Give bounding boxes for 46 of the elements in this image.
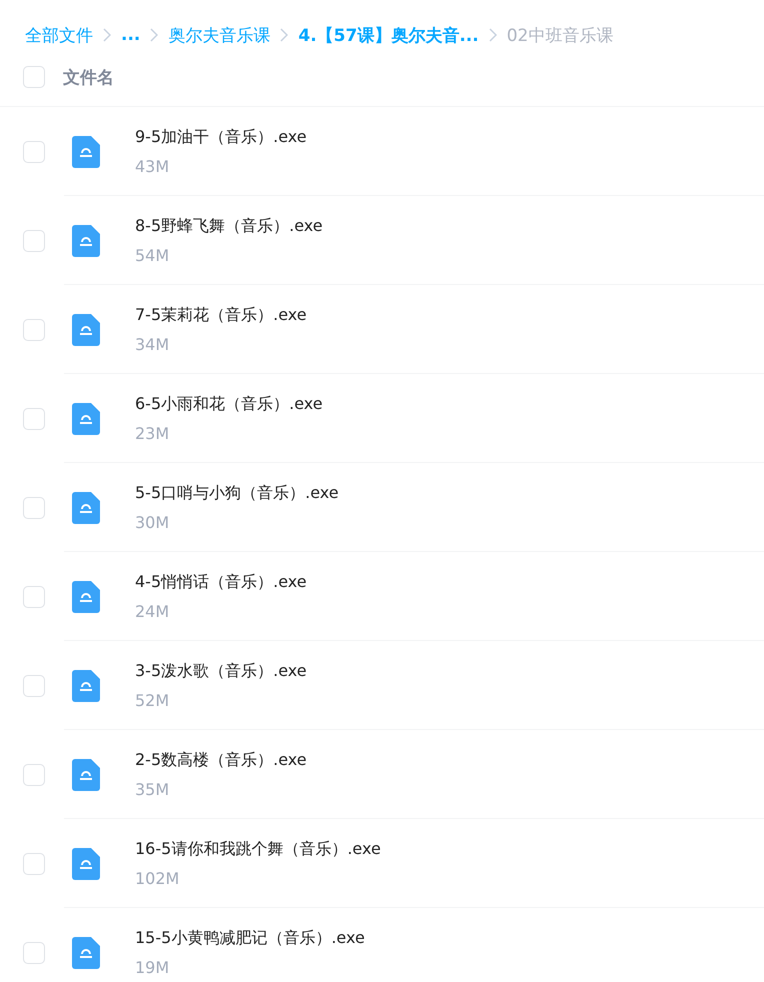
file-name[interactable]: 15-5小黄鸭减肥记（音乐）.exe <box>135 928 365 949</box>
file-name[interactable]: 3-5泼水歌（音乐）.exe <box>135 661 307 682</box>
file-name[interactable]: 7-5茉莉花（音乐）.exe <box>135 305 307 326</box>
checkbox[interactable] <box>23 230 45 252</box>
file-size: 19M <box>135 958 170 977</box>
chevron-icon <box>488 28 497 42</box>
chevron-icon <box>150 28 158 42</box>
checkbox[interactable] <box>23 764 45 786</box>
file-name[interactable]: 16-5请你和我跳个舞（音乐）.exe <box>135 839 381 860</box>
checkbox[interactable] <box>23 942 45 964</box>
checkbox[interactable] <box>23 66 45 88</box>
file-icon <box>72 402 100 434</box>
file-name[interactable]: 9-5加油干（音乐）.exe <box>135 127 307 148</box>
file-name[interactable]: 6-5小雨和花（音乐）.exe <box>135 394 323 415</box>
file-icon <box>72 580 100 612</box>
chevron-icon <box>280 28 288 42</box>
checkbox[interactable] <box>23 408 45 430</box>
file-size: 35M <box>135 780 170 799</box>
file-size: 52M <box>135 691 170 710</box>
checkbox[interactable] <box>23 318 45 340</box>
file-size: 34M <box>135 335 170 354</box>
file-icon <box>72 136 100 168</box>
file-name[interactable]: 4-5悄悄话（音乐）.exe <box>135 572 307 593</box>
column-header: 文件名 <box>63 66 114 88</box>
checkbox[interactable] <box>23 852 45 874</box>
file-size: 102M <box>135 869 180 888</box>
file-name[interactable]: 5-5口哨与小狗（音乐）.exe <box>135 483 339 504</box>
checkbox[interactable] <box>23 496 45 518</box>
file-icon <box>72 492 100 524</box>
file-size: 54M <box>135 246 170 265</box>
chevron-icon <box>103 28 111 42</box>
file-icon <box>72 670 100 702</box>
file-icon <box>72 314 100 346</box>
file-name[interactable]: 8-5野蜂飞舞（音乐）.exe <box>135 216 323 237</box>
checkbox[interactable] <box>23 140 45 162</box>
file-size: 43M <box>135 157 170 176</box>
file-name[interactable]: 2-5数高楼（音乐）.exe <box>135 750 307 771</box>
file-size: 30M <box>135 513 170 532</box>
file-icon <box>72 758 100 790</box>
file-size: 24M <box>135 602 170 621</box>
checkbox[interactable] <box>23 586 45 608</box>
file-icon <box>72 936 100 968</box>
file-icon <box>72 848 100 880</box>
file-size: 23M <box>135 424 170 443</box>
file-icon <box>72 224 100 256</box>
checkbox[interactable] <box>23 674 45 696</box>
